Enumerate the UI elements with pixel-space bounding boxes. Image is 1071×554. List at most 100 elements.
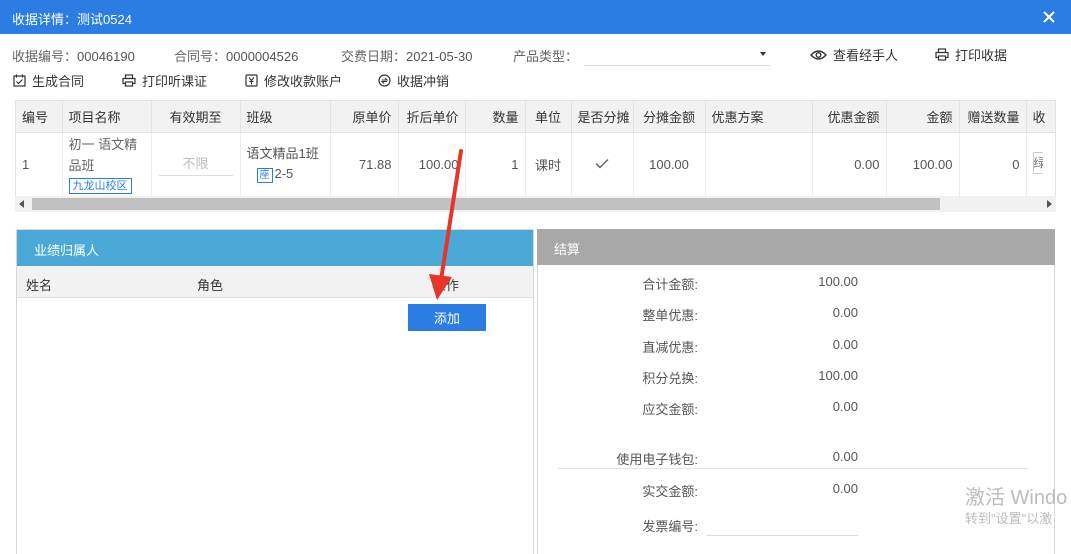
col-header: 分摊金额 bbox=[633, 101, 706, 133]
summary-row-paid: 实交金额: 0.00 bbox=[538, 481, 878, 501]
class-cell: 语文精品1班 座 2-5 bbox=[240, 132, 331, 197]
print-trial-card-button[interactable]: 打印听课证 bbox=[122, 71, 207, 90]
generate-contract-button[interactable]: 生成合同 bbox=[13, 71, 84, 90]
calendar-check-icon bbox=[13, 74, 26, 87]
horizontal-scrollbar[interactable] bbox=[15, 196, 1056, 212]
summary-value: 0.00 bbox=[832, 399, 858, 414]
eye-icon bbox=[810, 49, 827, 60]
contract-no-field: 合同号：0000004526 bbox=[174, 46, 298, 65]
col-header: 班级 bbox=[240, 101, 331, 133]
col-header: 有效期至 bbox=[151, 101, 241, 133]
summary-label: 积分兑换: bbox=[642, 371, 698, 386]
receipt-reverse-label: 收据冲销 bbox=[397, 74, 450, 89]
project-name-cell: 初一 语文精品班 九龙山校区 bbox=[62, 132, 152, 197]
product-type-label: 产品类型： bbox=[513, 49, 579, 64]
col-header: 折后单价 bbox=[398, 101, 466, 133]
col-name-header: 姓名 bbox=[26, 278, 53, 293]
table-row[interactable]: 1 初一 语文精品班 九龙山校区 不限 语文精品1班 座 2-5 71.88 10… bbox=[16, 132, 1055, 197]
view-handler-button[interactable]: 查看经手人 bbox=[810, 45, 898, 64]
product-type-select[interactable] bbox=[584, 44, 770, 66]
summary-value: 100.00 bbox=[818, 274, 858, 289]
modify-account-label: 修改收款账户 bbox=[264, 74, 343, 89]
col-header: 赠送数量 bbox=[959, 101, 1027, 133]
view-handler-label: 查看经手人 bbox=[833, 48, 899, 63]
partial-cell: 绿 bbox=[1026, 132, 1055, 197]
print-trial-card-label: 打印听课证 bbox=[142, 74, 208, 89]
generate-contract-label: 生成合同 bbox=[32, 74, 85, 89]
alloc-amount: 100.00 bbox=[633, 132, 706, 197]
col-header: 编号 bbox=[16, 101, 63, 133]
receipt-no-label: 收据编号： bbox=[12, 49, 78, 64]
validity-input[interactable]: 不限 bbox=[158, 153, 233, 176]
receipt-no-field: 收据编号：00046190 bbox=[12, 46, 135, 65]
performance-panel: 业绩归属人 姓名 角色 操作 添加 bbox=[16, 229, 534, 554]
print-receipt-button[interactable]: 打印收据 bbox=[935, 45, 1007, 64]
summary-label: 实交金额: bbox=[642, 484, 698, 499]
discount-plan bbox=[705, 132, 813, 197]
performance-title: 业绩归属人 bbox=[17, 230, 533, 266]
validity-cell: 不限 bbox=[151, 132, 241, 197]
invoice-label: 发票编号: bbox=[642, 519, 698, 534]
col-header: 优惠方案 bbox=[705, 101, 813, 133]
activation-watermark-sub: 转到"设置"以激 bbox=[965, 511, 1053, 526]
unit: 课时 bbox=[525, 132, 572, 197]
invoice-input[interactable] bbox=[706, 535, 858, 536]
yen-edit-icon bbox=[245, 74, 258, 87]
col-header: 金额 bbox=[886, 101, 960, 133]
summary-row-points: 积分兑换: 100.00 bbox=[538, 368, 878, 388]
scroll-right-icon[interactable] bbox=[1047, 200, 1052, 208]
allocate-cell bbox=[571, 132, 634, 197]
scroll-left-icon[interactable] bbox=[19, 200, 24, 208]
partial-input[interactable]: 绿 bbox=[1032, 151, 1043, 174]
summary-value: 0.00 bbox=[832, 305, 858, 320]
seat-value: 2-5 bbox=[274, 166, 294, 181]
pay-date-label: 交费日期： bbox=[341, 49, 407, 64]
col-op-header: 操作 bbox=[433, 278, 460, 293]
disc-price: 100.00 bbox=[398, 132, 466, 197]
summary-row-payable: 应交金额: 0.00 bbox=[538, 399, 878, 419]
grid-header-row: 编号 项目名称 有效期至 班级 原单价 折后单价 数量 单位 是否分摊 分摊金额… bbox=[16, 101, 1055, 133]
printer-icon bbox=[122, 74, 136, 87]
class-name: 语文精品1班 bbox=[246, 146, 319, 161]
add-button[interactable]: 添加 bbox=[408, 304, 486, 331]
receipt-no-value: 00046190 bbox=[77, 49, 135, 64]
contract-no-value: 0000004526 bbox=[226, 49, 299, 64]
seat-info: 座 2-5 bbox=[247, 164, 324, 184]
receipt-reverse-button[interactable]: 收据冲销 bbox=[378, 71, 449, 90]
settlement-title: 结算 bbox=[537, 229, 1055, 265]
modify-account-button[interactable]: 修改收款账户 bbox=[245, 71, 342, 90]
pay-date-value: 2021-05-30 bbox=[406, 49, 473, 64]
summary-value: 0.00 bbox=[832, 337, 858, 352]
caret-down-icon bbox=[760, 52, 766, 56]
performance-header-row: 姓名 角色 操作 bbox=[17, 266, 533, 298]
contract-no-label: 合同号： bbox=[174, 49, 227, 64]
summary-value: 0.00 bbox=[832, 449, 858, 464]
window-title: 收据详情：测试0524 bbox=[12, 12, 132, 27]
col-header: 单位 bbox=[525, 101, 572, 133]
summary-row-direct-discount: 直减优惠: 0.00 bbox=[538, 337, 878, 357]
summary-label: 直减优惠: bbox=[642, 340, 698, 355]
summary-value: 100.00 bbox=[818, 368, 858, 383]
summary-label: 应交金额: bbox=[642, 402, 698, 417]
check-icon bbox=[595, 158, 609, 169]
invoice-row: 发票编号: bbox=[538, 516, 878, 536]
close-icon[interactable] bbox=[1041, 7, 1057, 25]
activation-watermark: 激活 Windo bbox=[965, 487, 1068, 509]
printer-icon bbox=[935, 48, 949, 61]
col-header: 优惠金额 bbox=[812, 101, 887, 133]
scrollbar-thumb[interactable] bbox=[32, 198, 940, 210]
summary-label: 使用电子钱包: bbox=[616, 452, 698, 467]
row-no: 1 bbox=[16, 132, 63, 197]
reverse-circle-icon bbox=[378, 74, 391, 87]
amount: 100.00 bbox=[886, 132, 960, 197]
col-header: 收 bbox=[1026, 101, 1055, 133]
col-header: 是否分摊 bbox=[571, 101, 634, 133]
quantity: 1 bbox=[465, 132, 526, 197]
project-name: 初一 语文精品班 bbox=[68, 137, 138, 173]
col-role-header: 角色 bbox=[197, 278, 224, 293]
summary-label: 合计金额: bbox=[642, 277, 698, 292]
pay-date-field: 交费日期：2021-05-30 bbox=[341, 46, 473, 65]
gift-qty: 0 bbox=[959, 132, 1027, 197]
summary-row-e-wallet: 使用电子钱包: 0.00 bbox=[538, 449, 878, 469]
title-bar: 收据详情：测试0524 bbox=[0, 0, 1071, 34]
